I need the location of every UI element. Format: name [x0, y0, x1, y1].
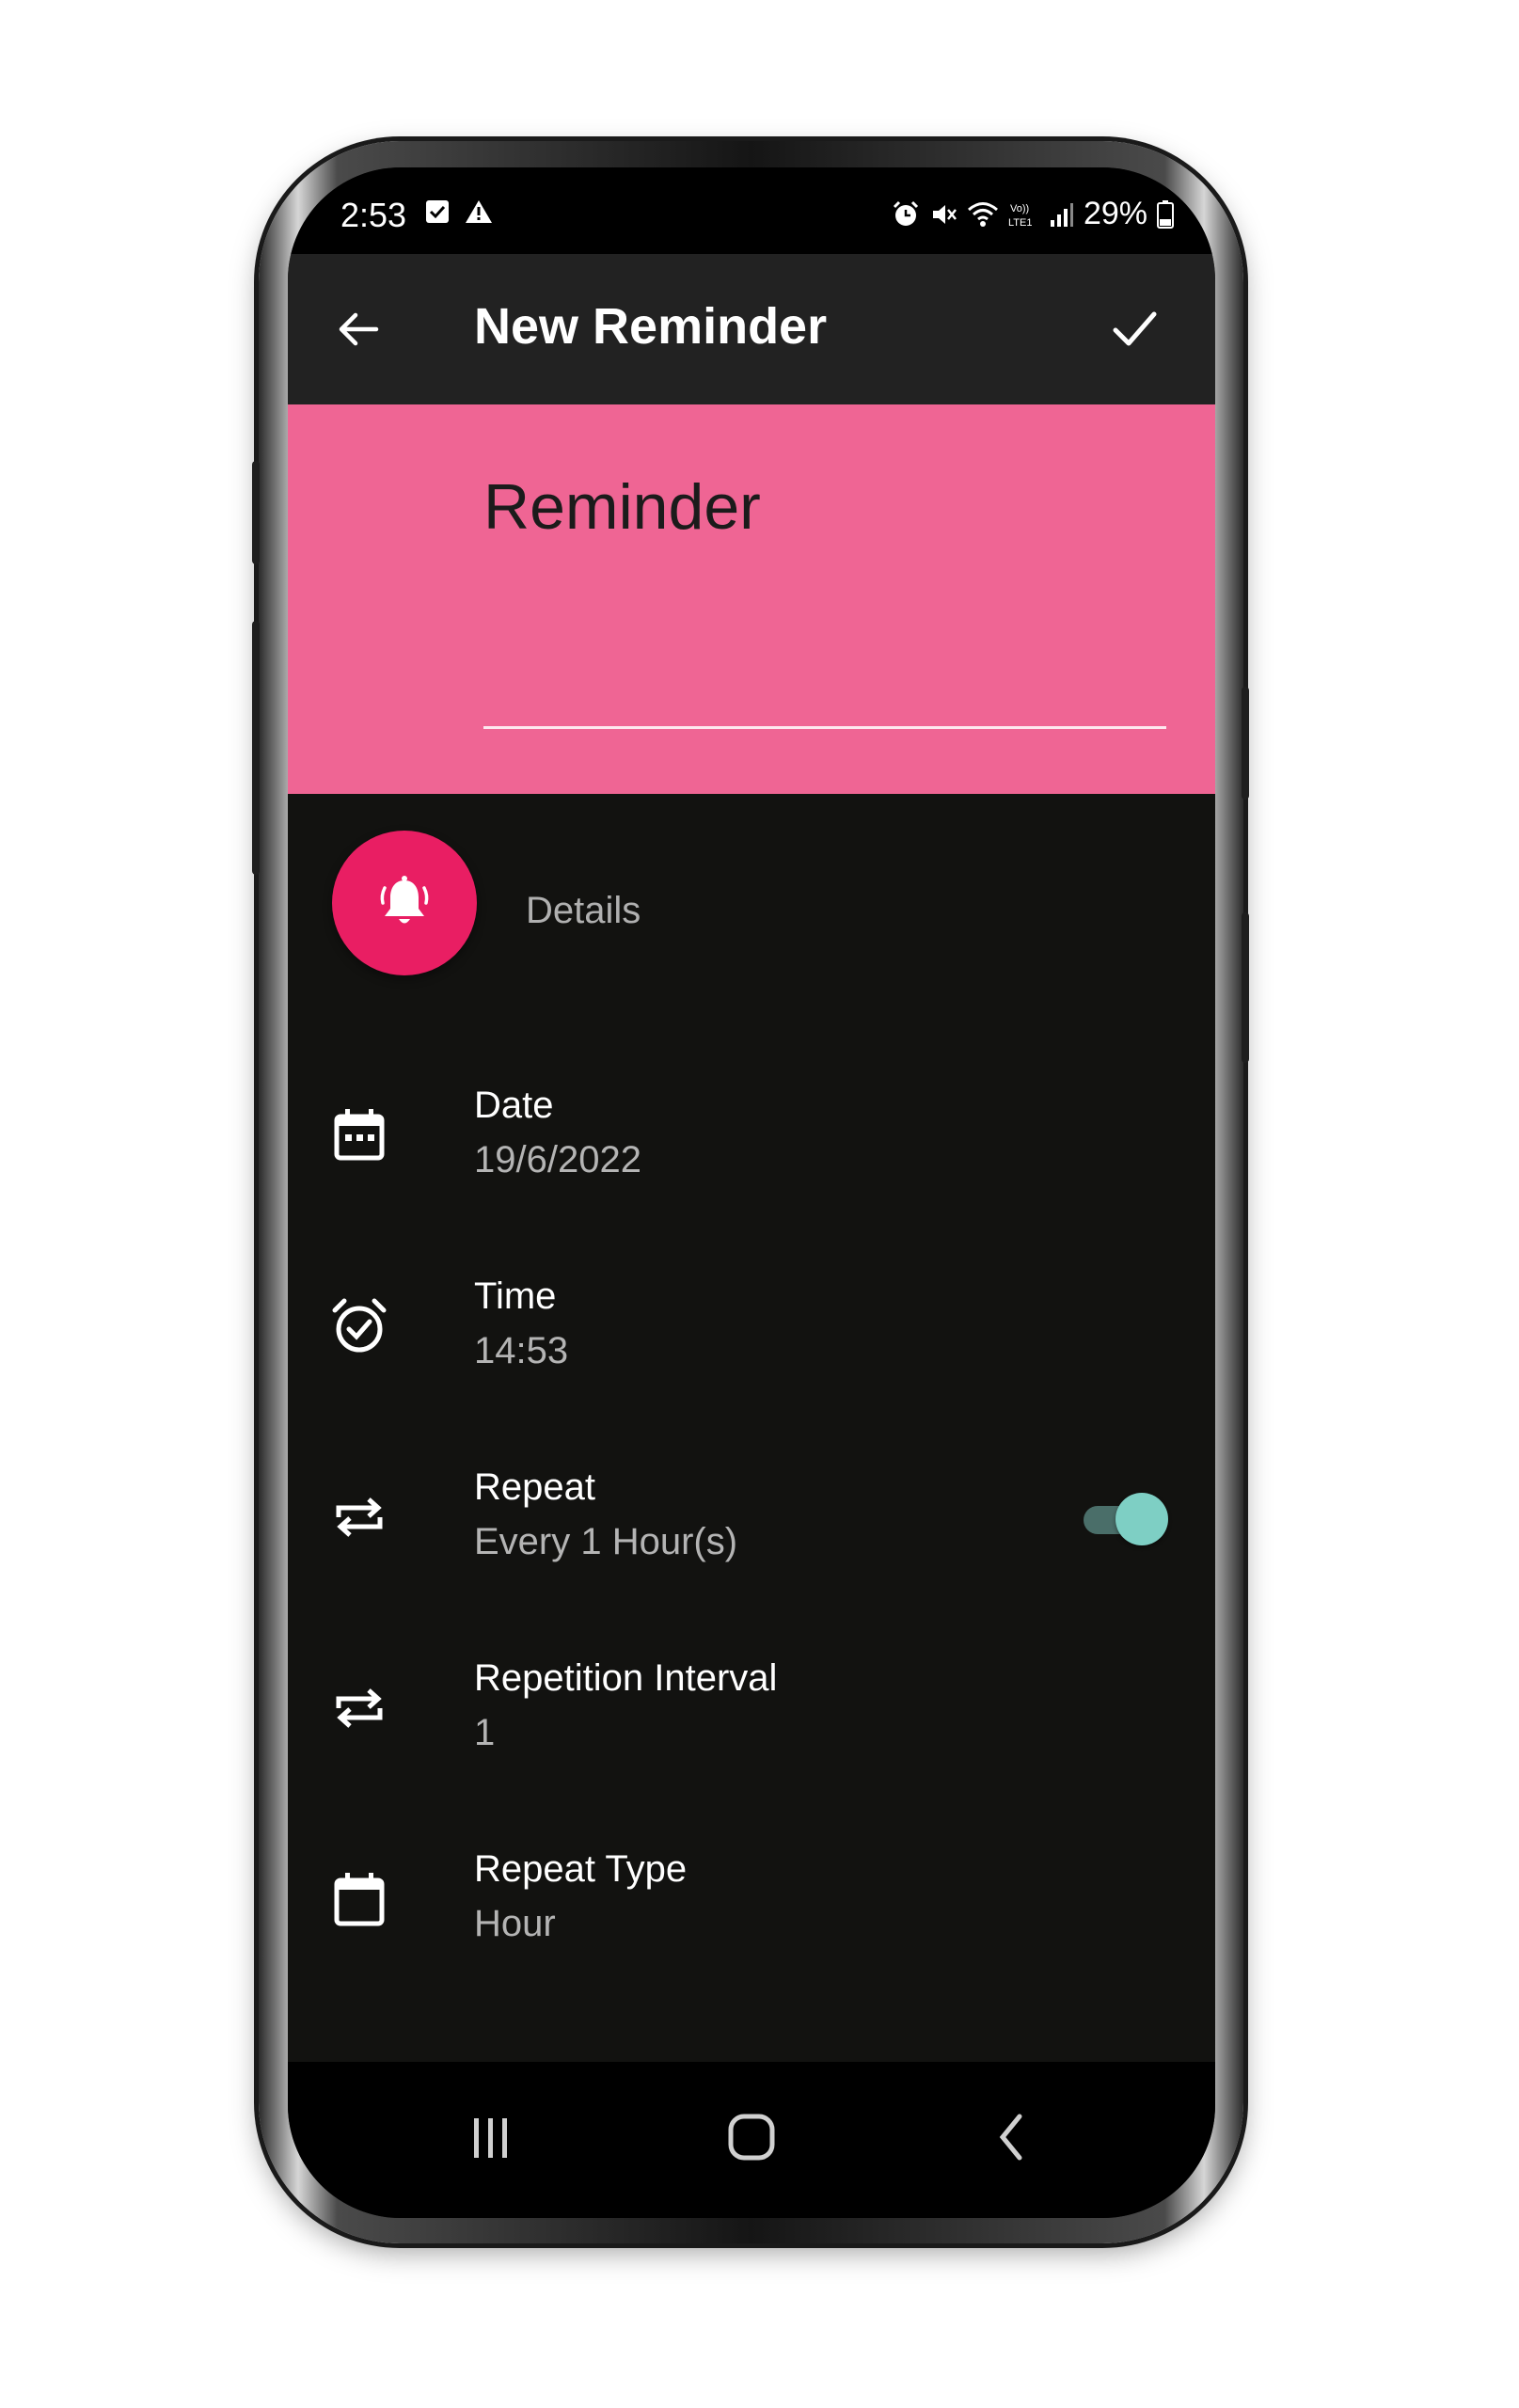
status-bar: 2:53 Vo)) LTE1 29% — [288, 167, 1215, 254]
back-chevron-icon[interactable] — [974, 2099, 1050, 2175]
date-label: Date — [474, 1085, 554, 1126]
svg-text:LTE1: LTE1 — [1008, 217, 1032, 229]
calendar-icon — [334, 1109, 385, 1161]
status-right-icons: Vo)) LTE1 29% — [892, 196, 1174, 232]
app-bar: New Reminder — [288, 254, 1215, 404]
reminder-title-input[interactable]: Reminder — [483, 470, 761, 544]
battery-percent: 29% — [1083, 196, 1147, 231]
screen: 2:53 Vo)) LTE1 29% New Reminder Reminder… — [288, 167, 1215, 2218]
reminder-header: Reminder — [288, 404, 1215, 794]
status-left-icons — [425, 199, 493, 224]
side-key — [1242, 912, 1249, 1063]
mute-icon — [932, 204, 957, 224]
alarm-check-icon — [332, 1298, 387, 1353]
repeat-toggle-thumb — [1116, 1493, 1168, 1545]
repeat-type-value: Hour — [474, 1903, 556, 1944]
checkbox-notification-icon — [426, 200, 449, 223]
signal-icon — [1050, 202, 1073, 227]
wifi-icon — [967, 201, 998, 227]
repeat-type-label: Repeat Type — [474, 1848, 688, 1890]
repeat-toggle[interactable] — [1084, 1491, 1168, 1545]
alarm-icon — [893, 200, 918, 226]
volume-button — [252, 461, 260, 564]
time-value: 14:53 — [474, 1330, 569, 1371]
date-value: 19/6/2022 — [474, 1139, 641, 1180]
page-title: New Reminder — [474, 298, 828, 355]
calendar-blank-icon — [334, 1873, 385, 1926]
volte-icon: Vo)) LTE1 — [1008, 203, 1032, 229]
arrow-left-icon[interactable] — [333, 303, 386, 356]
repetition-interval-row[interactable]: Repetition Interval 1 — [288, 1635, 1215, 1785]
reminder-bell-fab[interactable] — [332, 831, 477, 975]
repeat-label: Repeat — [474, 1466, 595, 1508]
power-button — [1242, 687, 1249, 800]
status-time: 2:53 — [340, 196, 407, 234]
repeat-row[interactable]: Repeat Every 1 Hour(s) — [288, 1444, 1215, 1594]
date-row[interactable]: Date 19/6/2022 — [288, 1062, 1215, 1212]
repetition-interval-value: 1 — [474, 1712, 496, 1753]
time-row[interactable]: Time 14:53 — [288, 1253, 1215, 1403]
repeat-icon — [336, 1497, 383, 1537]
navigation-bar — [288, 2062, 1215, 2218]
home-icon[interactable] — [714, 2099, 789, 2175]
title-input-underline — [483, 726, 1166, 729]
check-icon[interactable] — [1108, 303, 1161, 356]
repeat-value: Every 1 Hour(s) — [474, 1521, 738, 1562]
recent-apps-icon[interactable] — [453, 2099, 529, 2175]
svg-text:Vo)): Vo)) — [1010, 203, 1029, 214]
details-label: Details — [526, 890, 641, 931]
warning-icon — [466, 200, 492, 223]
repeat-type-row[interactable]: Repeat Type Hour — [288, 1826, 1215, 1976]
time-label: Time — [474, 1275, 557, 1317]
ringing-bell-icon — [380, 876, 429, 924]
bixby-button — [252, 621, 260, 875]
battery-icon — [1157, 199, 1174, 229]
repetition-interval-label: Repetition Interval — [474, 1657, 778, 1699]
repeat-icon — [336, 1688, 383, 1728]
